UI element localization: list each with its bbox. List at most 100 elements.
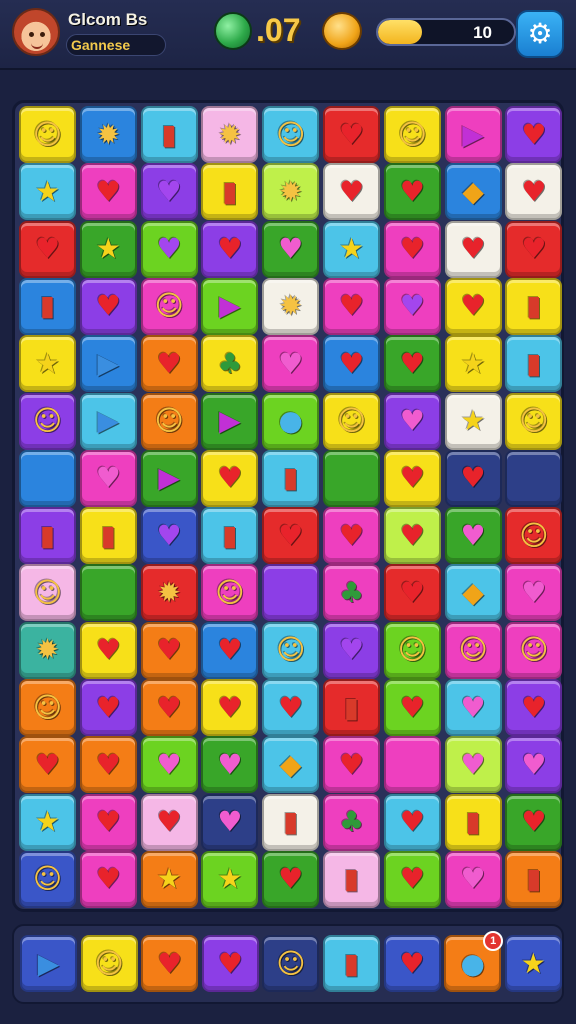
board-tile[interactable]: ♥ bbox=[323, 736, 380, 794]
tray-block-tile[interactable]: ▮ bbox=[323, 935, 380, 992]
board-tile[interactable]: ☺ bbox=[505, 392, 563, 450]
board-tile[interactable]: ▶ bbox=[201, 392, 259, 450]
board-tile[interactable]: ☺ bbox=[262, 621, 320, 679]
board-tile[interactable]: ♥ bbox=[323, 335, 380, 393]
settings-gear-icon[interactable]: ⚙ bbox=[516, 10, 564, 58]
board-tile[interactable]: ☺ bbox=[19, 392, 76, 450]
board-tile[interactable]: ♥ bbox=[140, 621, 198, 679]
board-tile[interactable]: ♥ bbox=[383, 392, 441, 450]
board-tile[interactable]: ♥ bbox=[201, 220, 259, 278]
board-tile[interactable]: ☺ bbox=[19, 850, 76, 908]
board-tile[interactable]: ♣ bbox=[201, 335, 259, 393]
board-tile[interactable]: ♥ bbox=[383, 449, 441, 507]
board-tile[interactable]: ♥ bbox=[79, 850, 137, 908]
board-tile[interactable]: ☺ bbox=[262, 106, 320, 163]
board-tile[interactable]: ♥ bbox=[383, 564, 441, 622]
board-tile[interactable]: ♥ bbox=[383, 507, 441, 565]
board-tile[interactable]: ♥ bbox=[444, 850, 502, 908]
board-tile[interactable]: ♥ bbox=[79, 736, 137, 794]
board-tile[interactable]: ♥ bbox=[383, 163, 441, 221]
tray-heart-tile[interactable]: ♥ bbox=[383, 935, 441, 992]
board-tile[interactable]: ▮ bbox=[505, 277, 563, 335]
board-tile[interactable] bbox=[79, 564, 137, 622]
board-tile[interactable]: ♥ bbox=[201, 736, 259, 794]
board-tile[interactable]: ♥ bbox=[383, 220, 441, 278]
board-tile[interactable]: ♥ bbox=[505, 564, 563, 622]
board-tile[interactable]: ♥ bbox=[19, 736, 76, 794]
tray-face-tile[interactable]: ☺ bbox=[262, 935, 320, 992]
board-tile[interactable]: ♥ bbox=[140, 335, 198, 393]
board-tile[interactable]: ♥ bbox=[19, 220, 76, 278]
board-tile[interactable] bbox=[505, 449, 563, 507]
board-tile[interactable]: ♥ bbox=[323, 277, 380, 335]
board-tile[interactable]: ★ bbox=[19, 793, 76, 851]
board-tile[interactable]: ▮ bbox=[444, 793, 502, 851]
board-tile[interactable]: ♥ bbox=[262, 220, 320, 278]
board-tile[interactable]: ♥ bbox=[140, 793, 198, 851]
board-tile[interactable]: ♣ bbox=[323, 793, 380, 851]
board-tile[interactable]: ♥ bbox=[383, 277, 441, 335]
player-avatar-icon[interactable] bbox=[12, 8, 60, 56]
board-tile[interactable]: ♥ bbox=[201, 793, 259, 851]
board-tile[interactable] bbox=[383, 736, 441, 794]
board-tile[interactable]: ▮ bbox=[262, 793, 320, 851]
board-tile[interactable]: ♥ bbox=[201, 449, 259, 507]
board-tile[interactable]: ★ bbox=[444, 392, 502, 450]
board-tile[interactable]: ▶ bbox=[444, 106, 502, 163]
tray-arrow-tile[interactable]: ▶ bbox=[20, 935, 77, 992]
board-tile[interactable]: ◆ bbox=[262, 736, 320, 794]
board-tile[interactable]: ☺ bbox=[19, 679, 76, 736]
board-tile[interactable]: ☺ bbox=[383, 106, 441, 163]
board-tile[interactable]: ▶ bbox=[201, 277, 259, 335]
board-tile[interactable]: ☺ bbox=[505, 507, 563, 565]
board-tile[interactable]: ▮ bbox=[201, 163, 259, 221]
board-tile[interactable]: ♥ bbox=[505, 793, 563, 851]
board-tile[interactable]: ✹ bbox=[79, 106, 137, 163]
board-tile[interactable]: ✹ bbox=[140, 564, 198, 622]
board-tile[interactable]: ★ bbox=[19, 163, 76, 221]
board-tile[interactable]: ▮ bbox=[505, 335, 563, 393]
tray-heart-tile[interactable]: ♥ bbox=[141, 935, 199, 992]
board-tile[interactable]: ▮ bbox=[140, 106, 198, 163]
board-tile[interactable]: ▮ bbox=[323, 850, 380, 908]
board-tile[interactable]: ☺ bbox=[140, 392, 198, 450]
board-tile[interactable]: ✹ bbox=[201, 106, 259, 163]
board-tile[interactable] bbox=[262, 564, 320, 622]
board-tile[interactable]: ♥ bbox=[444, 277, 502, 335]
board-tile[interactable]: ☺ bbox=[140, 277, 198, 335]
board-tile[interactable]: ♥ bbox=[262, 850, 320, 908]
board-tile[interactable]: ▮ bbox=[19, 277, 76, 335]
board-tile[interactable]: ♥ bbox=[140, 507, 198, 565]
board-tile[interactable]: ★ bbox=[201, 850, 259, 908]
board-tile[interactable]: ▶ bbox=[140, 449, 198, 507]
tray-heart-tile[interactable]: ♥ bbox=[201, 935, 259, 992]
board-tile[interactable]: ♥ bbox=[79, 163, 137, 221]
board-tile[interactable]: ♣ bbox=[323, 564, 380, 622]
board-tile[interactable]: ◆ bbox=[444, 163, 502, 221]
tray-drop-tile[interactable]: ● 1 bbox=[444, 931, 504, 992]
board-tile[interactable]: ▮ bbox=[19, 507, 76, 565]
board-tile[interactable]: ♥ bbox=[383, 850, 441, 908]
board-tile[interactable]: ★ bbox=[79, 220, 137, 278]
board-tile[interactable]: ♥ bbox=[140, 679, 198, 736]
board-tile[interactable]: ▮ bbox=[505, 850, 563, 908]
board-tile[interactable]: ▶ bbox=[79, 335, 137, 393]
board-tile[interactable] bbox=[323, 449, 380, 507]
tray-face-tile[interactable]: ☺ bbox=[80, 935, 138, 992]
board-tile[interactable]: ♥ bbox=[505, 736, 563, 794]
board-tile[interactable]: ☺ bbox=[444, 621, 502, 679]
board-tile[interactable]: ◆ bbox=[444, 564, 502, 622]
board-tile[interactable]: ♥ bbox=[383, 793, 441, 851]
board-tile[interactable]: ▮ bbox=[201, 507, 259, 565]
board-tile[interactable]: ♥ bbox=[201, 679, 259, 736]
board-tile[interactable]: ♥ bbox=[201, 621, 259, 679]
board-tile[interactable]: ♥ bbox=[505, 163, 563, 221]
board-tile[interactable]: ☺ bbox=[19, 564, 76, 622]
board-tile[interactable]: ♥ bbox=[444, 220, 502, 278]
board-tile[interactable]: ♥ bbox=[79, 621, 137, 679]
board-tile[interactable]: ★ bbox=[19, 335, 76, 393]
board-tile[interactable]: ▮ bbox=[262, 449, 320, 507]
board-tile[interactable]: ✹ bbox=[19, 621, 76, 679]
board-tile[interactable]: ▮ bbox=[323, 679, 380, 736]
board-tile[interactable]: ♥ bbox=[323, 621, 380, 679]
